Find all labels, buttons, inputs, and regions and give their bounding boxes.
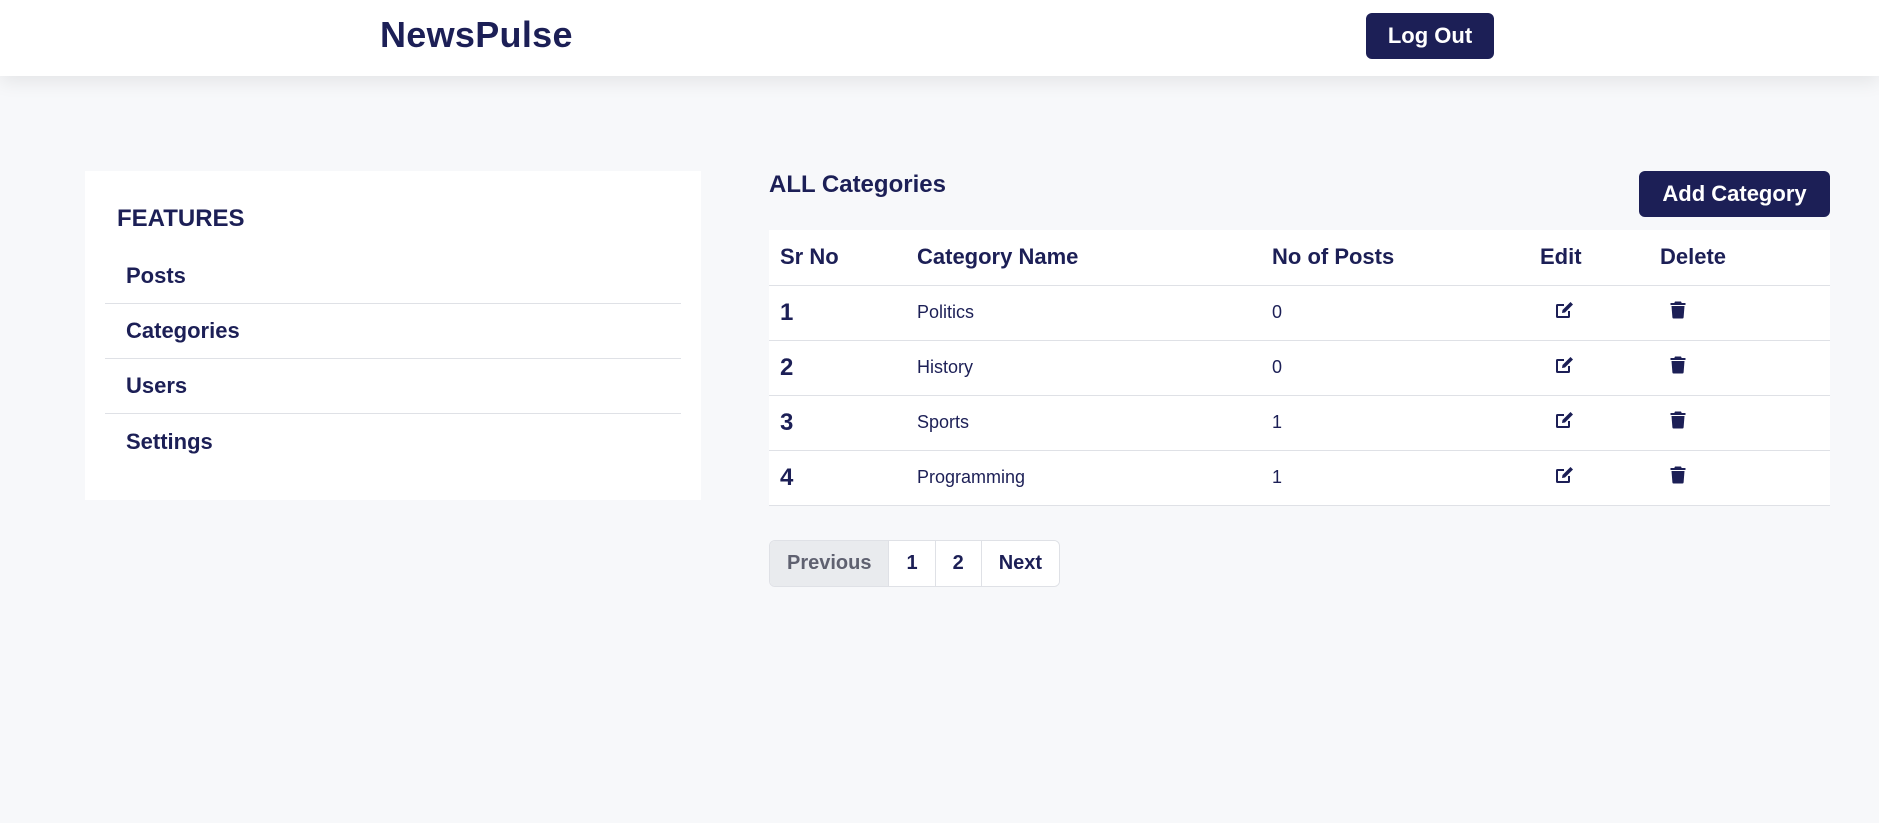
sidebar-list: Posts Categories Users Settings [105, 249, 681, 469]
row-delete-cell [1660, 285, 1830, 341]
pagination: Previous 1 2 Next [769, 540, 1061, 587]
edit-icon[interactable] [1554, 466, 1574, 484]
row-category-name: Sports [917, 395, 1272, 451]
row-edit-cell [1540, 285, 1660, 341]
column-header-delete: Delete [1660, 230, 1830, 286]
page-title: ALL Categories [769, 171, 946, 198]
row-edit-cell [1540, 450, 1660, 506]
column-header-sr-no: Sr No [769, 230, 917, 286]
brand-logo[interactable]: NewsPulse [380, 14, 573, 56]
column-header-category-name: Category Name [917, 230, 1272, 286]
row-sr-no: 2 [769, 340, 917, 396]
row-sr-no: 4 [769, 450, 917, 506]
sidebar-item-posts[interactable]: Posts [105, 249, 681, 304]
pagination-next-button[interactable]: Next [981, 541, 1060, 586]
table-row: 1 Politics 0 [769, 285, 1830, 341]
row-sr-no: 1 [769, 285, 917, 341]
row-category-name: History [917, 340, 1272, 396]
row-post-count: 0 [1272, 285, 1540, 341]
edit-icon[interactable] [1554, 301, 1574, 319]
row-category-name: Programming [917, 450, 1272, 506]
row-delete-cell [1660, 340, 1830, 396]
table-header-row: Sr No Category Name No of Posts Edit Del… [769, 230, 1830, 286]
logout-button[interactable]: Log Out [1366, 13, 1494, 59]
edit-icon[interactable] [1554, 356, 1574, 374]
pagination-page-2[interactable]: 2 [935, 541, 982, 586]
column-header-no-of-posts: No of Posts [1272, 230, 1540, 286]
pagination-previous-button[interactable]: Previous [770, 541, 890, 586]
row-delete-cell [1660, 450, 1830, 506]
pagination-page-1[interactable]: 1 [889, 541, 936, 586]
row-post-count: 0 [1272, 340, 1540, 396]
column-header-edit: Edit [1540, 230, 1660, 286]
categories-table: Sr No Category Name No of Posts Edit Del… [769, 230, 1830, 506]
table-row: 3 Sports 1 [769, 395, 1830, 451]
top-navbar: NewsPulse Log Out [0, 0, 1879, 76]
sidebar-item-categories[interactable]: Categories [105, 304, 681, 359]
sidebar-item-users[interactable]: Users [105, 359, 681, 414]
sidebar-item-settings[interactable]: Settings [105, 414, 681, 469]
row-post-count: 1 [1272, 395, 1540, 451]
row-sr-no: 3 [769, 395, 917, 451]
trash-icon[interactable] [1670, 411, 1686, 429]
table-row: 2 History 0 [769, 340, 1830, 396]
row-edit-cell [1540, 395, 1660, 451]
row-post-count: 1 [1272, 450, 1540, 506]
trash-icon[interactable] [1670, 301, 1686, 319]
sidebar-heading: FEATURES [117, 205, 245, 232]
row-delete-cell [1660, 395, 1830, 451]
row-category-name: Politics [917, 285, 1272, 341]
trash-icon[interactable] [1670, 356, 1686, 374]
edit-icon[interactable] [1554, 411, 1574, 429]
row-edit-cell [1540, 340, 1660, 396]
table-row: 4 Programming 1 [769, 450, 1830, 506]
trash-icon[interactable] [1670, 466, 1686, 484]
add-category-button[interactable]: Add Category [1639, 171, 1830, 217]
sidebar: FEATURES Posts Categories Users Settings [85, 171, 701, 500]
